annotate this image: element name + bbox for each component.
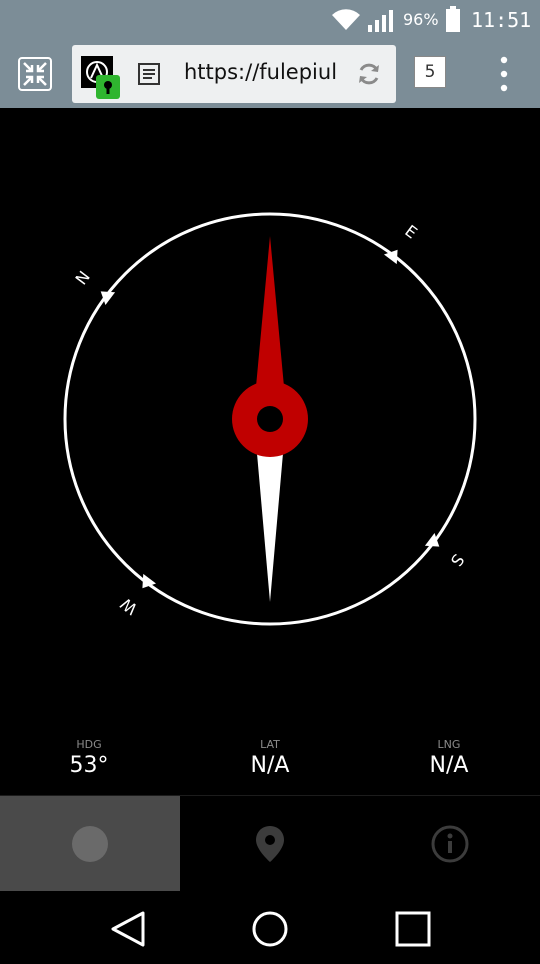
exit-fullscreen-icon[interactable]: [18, 57, 52, 91]
east-marker: E: [383, 221, 421, 265]
longitude-readout: LNG N/A: [379, 738, 519, 778]
reload-icon[interactable]: [356, 61, 382, 87]
longitude-label: LNG: [437, 738, 461, 751]
bottom-tab-bar: [0, 796, 540, 891]
south-label: S: [447, 550, 468, 570]
status-bar: 96% 11:51: [0, 0, 540, 40]
west-marker: W: [117, 573, 157, 619]
recents-icon[interactable]: [395, 911, 431, 947]
url-bar[interactable]: https://fulepiul: [72, 45, 396, 103]
latitude-readout: LAT N/A: [200, 738, 340, 778]
browser-toolbar: https://fulepiul 5: [0, 40, 540, 108]
tabs-button[interactable]: 5: [414, 56, 446, 88]
latitude-value: N/A: [250, 753, 290, 778]
lock-icon: [96, 75, 120, 99]
battery-percent: 96%: [403, 10, 439, 29]
tab-count: 5: [414, 56, 446, 88]
latitude-label: LAT: [260, 738, 280, 751]
tab-compass[interactable]: [0, 796, 180, 891]
north-label: N: [72, 267, 94, 288]
heading-readout: HDG 53°: [19, 738, 159, 778]
info-icon: [431, 825, 469, 863]
home-icon[interactable]: [252, 911, 288, 947]
url-text[interactable]: https://fulepiul: [184, 60, 344, 84]
longitude-value: N/A: [429, 753, 469, 778]
location-pin-icon: [256, 826, 284, 862]
more-vert-icon[interactable]: [494, 56, 514, 92]
back-icon[interactable]: [111, 911, 145, 947]
heading-value: 53°: [69, 753, 109, 778]
north-marker: N: [72, 267, 116, 306]
tab-info[interactable]: [360, 796, 540, 891]
circle-icon: [72, 826, 108, 862]
west-label: W: [117, 594, 141, 619]
south-marker: S: [424, 532, 468, 570]
wifi-icon: [332, 9, 360, 31]
heading-label: HDG: [76, 738, 102, 751]
signal-icon: [368, 10, 393, 32]
east-label: E: [401, 221, 421, 242]
battery-icon: [446, 6, 460, 32]
needle-hub-hole: [257, 406, 283, 432]
reader-mode-icon[interactable]: [138, 63, 160, 85]
compass: N E S W: [63, 212, 477, 626]
system-nav-bar: [0, 891, 540, 960]
clock: 11:51: [471, 8, 532, 32]
tab-location[interactable]: [180, 796, 360, 891]
